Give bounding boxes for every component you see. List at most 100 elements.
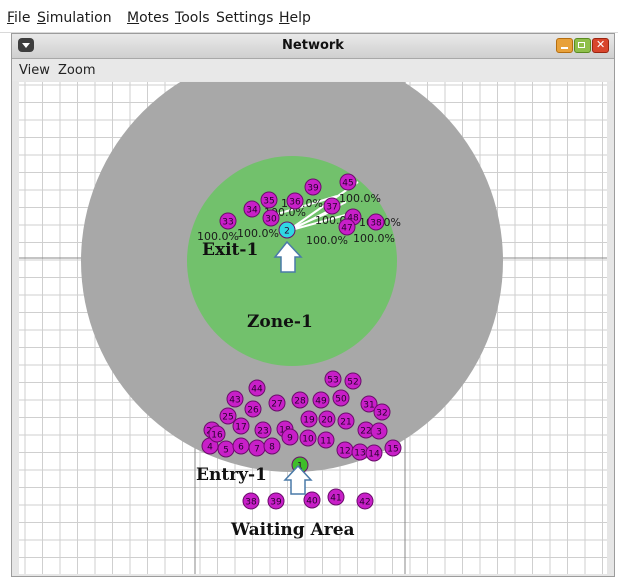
window-title: Network (282, 38, 344, 53)
mote-id-label: 47 (341, 224, 352, 234)
menu-simulation[interactable]: Simulation (37, 10, 112, 26)
mote-id-label: 35 (263, 197, 274, 207)
mote[interactable]: 19 (300, 410, 318, 428)
mote[interactable]: 34 (243, 200, 261, 218)
menu-tools[interactable]: Tools (175, 10, 210, 26)
mote-id-label: 27 (271, 400, 282, 410)
mote[interactable]: 33 (219, 212, 237, 230)
mote[interactable]: 26 (244, 400, 262, 418)
menu-bar: File Simulation Motes Tools Settings Hel… (0, 0, 618, 33)
mote[interactable]: 28 (291, 391, 309, 409)
mote-id-label: 45 (342, 179, 353, 189)
mote[interactable]: 36 (286, 192, 304, 210)
mote[interactable]: 50 (332, 389, 350, 407)
menu-file[interactable]: File (7, 10, 30, 26)
mote-id-label: 23 (257, 427, 268, 437)
mote[interactable]: 32 (373, 403, 391, 421)
mote[interactable]: 39 (267, 492, 285, 510)
mote[interactable]: 20 (318, 410, 336, 428)
mote[interactable]: 30 (262, 209, 280, 227)
maximize-button[interactable] (574, 38, 591, 53)
menu-settings[interactable]: Settings (216, 10, 273, 26)
mote[interactable]: 12 (336, 441, 354, 459)
network-menu-bar: View Zoom (12, 59, 614, 81)
mote[interactable]: 49 (312, 391, 330, 409)
mote[interactable]: 10 (299, 429, 317, 447)
mote[interactable]: 38 (242, 492, 260, 510)
close-button[interactable] (592, 38, 609, 53)
mote-id-label: 10 (302, 435, 314, 445)
network-canvas[interactable]: 100.0% 100.0% 100.0% 100.0% 100.0% 100.0… (19, 82, 607, 574)
mote[interactable]: 21 (337, 412, 355, 430)
menu-motes[interactable]: Motes (127, 10, 169, 26)
mote[interactable]: 8 (263, 437, 281, 455)
link-percentage: 100.0% (339, 192, 381, 205)
mote-id-label: 17 (235, 423, 246, 433)
mote-id-label: 50 (335, 395, 347, 405)
mote[interactable]: 17 (232, 417, 250, 435)
minimize-button[interactable] (556, 38, 573, 53)
mote[interactable]: 9 (281, 428, 299, 446)
mote[interactable]: 35 (260, 191, 278, 209)
mote[interactable]: 3 (370, 422, 388, 440)
mote-id-label: 5 (223, 446, 229, 456)
mote[interactable]: 39 (304, 178, 322, 196)
link-percentage: 100.0% (306, 234, 348, 247)
mote-id-label: 12 (339, 447, 350, 457)
mote[interactable]: 7 (248, 439, 266, 457)
mote-id-label: 22 (360, 427, 371, 437)
mote-id-label: 41 (330, 494, 341, 504)
mote[interactable]: 52 (344, 372, 362, 390)
mote-id-label: 19 (303, 416, 315, 426)
mote-id-label: 13 (354, 449, 365, 459)
menu-help[interactable]: Help (279, 10, 311, 26)
mote-id-label: 4 (207, 443, 213, 453)
menu-view[interactable]: View (19, 63, 50, 78)
mote[interactable]: 6 (232, 437, 250, 455)
mote-id-label: 2 (284, 227, 290, 237)
mote-id-label: 53 (327, 376, 338, 386)
mote-id-label: 39 (270, 498, 282, 508)
mote-id-label: 43 (229, 396, 240, 406)
mote[interactable]: 11 (317, 431, 335, 449)
mote-id-label: 38 (370, 219, 382, 229)
mote-id-label: 9 (287, 434, 293, 444)
mote-id-label: 20 (321, 416, 333, 426)
mote[interactable]: 38 (367, 213, 385, 231)
mote[interactable]: 45 (339, 173, 357, 191)
mote[interactable]: 27 (268, 394, 286, 412)
zone-label: Zone-1 (247, 312, 313, 332)
mote[interactable]: 42 (356, 492, 374, 510)
mote-id-label: 44 (251, 385, 263, 395)
mote[interactable]: 14 (365, 444, 383, 462)
mote-id-label: 52 (347, 378, 358, 388)
mote-id-label: 32 (376, 409, 387, 419)
mote[interactable]: 43 (226, 390, 244, 408)
mote[interactable]: 16 (208, 425, 226, 443)
waiting-area-label: Waiting Area (230, 520, 355, 540)
mote[interactable]: 25 (219, 407, 237, 425)
mote-id-label: 36 (289, 198, 301, 208)
mote-id-label: 31 (363, 401, 374, 411)
menu-zoom[interactable]: Zoom (58, 63, 95, 78)
mote[interactable]: 47 (338, 218, 356, 236)
mote[interactable]: 15 (384, 439, 402, 457)
mote-id-label: 49 (315, 397, 327, 407)
mote[interactable]: 23 (254, 421, 272, 439)
mote-id-label: 8 (269, 443, 275, 453)
mote[interactable]: 37 (323, 197, 341, 215)
window-title-bar[interactable]: Network (12, 34, 614, 59)
mote[interactable]: 2 (278, 221, 296, 239)
mote-id-label: 7 (254, 445, 260, 455)
mote[interactable]: 40 (303, 491, 321, 509)
mote-id-label: 14 (368, 450, 380, 460)
mote[interactable]: 53 (324, 370, 342, 388)
mote[interactable]: 44 (248, 379, 266, 397)
mote-id-label: 15 (387, 445, 398, 455)
mote[interactable]: 41 (327, 488, 345, 506)
network-window: Network View Zoom 100.0% 100.0% 100.0% 1… (11, 33, 615, 577)
mote[interactable]: 5 (217, 440, 235, 458)
mote-id-label: 34 (246, 206, 258, 216)
mote-id-label: 3 (376, 428, 382, 438)
mote-id-label: 38 (245, 498, 257, 508)
